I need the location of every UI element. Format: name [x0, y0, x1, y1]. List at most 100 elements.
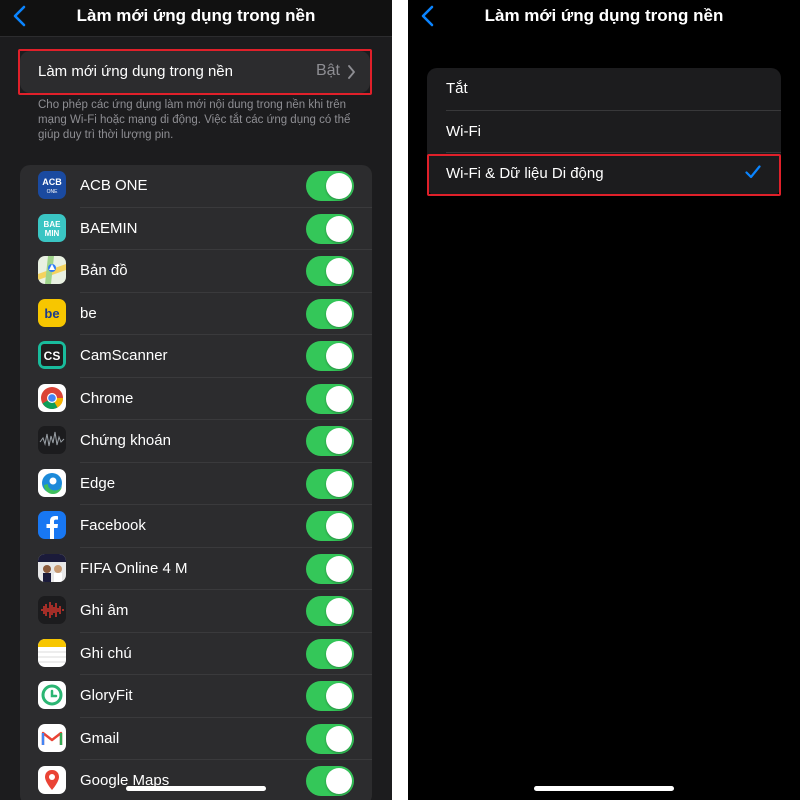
option-label: Wi-Fi & Dữ liệu Di động	[446, 165, 604, 182]
voice-memos-icon	[38, 596, 66, 624]
refresh-options-group: Tắt Wi-Fi Wi-Fi & Dữ liệu Di động	[427, 68, 781, 196]
gmail-icon	[38, 723, 66, 752]
toggle-knob	[326, 470, 352, 497]
svg-text:ONE: ONE	[47, 189, 59, 195]
app-toggle[interactable]	[306, 383, 354, 414]
chevron-right-icon	[348, 65, 355, 79]
stocks-icon	[38, 426, 66, 454]
app-toggle[interactable]	[306, 171, 354, 201]
toggle-knob	[326, 768, 352, 794]
right-screen: Làm mới ứng dụng trong nền Tắt Wi-Fi Wi-…	[408, 0, 800, 800]
option-off[interactable]: Tắt	[427, 68, 781, 111]
toggle-knob	[326, 173, 352, 199]
app-name: Chứng khoán	[80, 432, 171, 449]
app-toggle[interactable]	[306, 553, 354, 584]
app-list: ACB ONE ACB ONE BAE MIN BAEMIN Bản đồ be…	[20, 165, 372, 800]
app-row: Edge	[20, 463, 372, 505]
app-row: Bản đồ	[20, 250, 372, 293]
app-row: Chrome	[20, 378, 372, 420]
checkmark-icon	[745, 165, 761, 179]
toggle-knob	[326, 555, 352, 582]
toggle-knob	[326, 258, 352, 284]
toggle-knob	[326, 513, 352, 539]
svg-text:MIN: MIN	[45, 229, 60, 238]
option-wifi-cellular[interactable]: Wi-Fi & Dữ liệu Di động	[427, 153, 781, 196]
svg-text:BAE: BAE	[44, 220, 62, 229]
app-toggle[interactable]	[306, 341, 354, 371]
home-indicator	[126, 786, 266, 791]
app-toggle[interactable]	[306, 256, 354, 286]
app-name: Bản đồ	[80, 262, 128, 279]
toggle-knob	[326, 300, 352, 327]
baemin-icon: BAE MIN	[38, 213, 66, 242]
nav-bar: Làm mới ứng dụng trong nền	[0, 0, 392, 36]
chrome-icon	[38, 383, 66, 412]
svg-text:be: be	[44, 306, 59, 321]
fifa-icon	[38, 553, 66, 582]
app-toggle[interactable]	[306, 596, 354, 626]
app-row: FIFA Online 4 M	[20, 548, 372, 590]
app-name: FIFA Online 4 M	[80, 559, 188, 577]
toggle-knob	[326, 683, 352, 709]
left-screen: Làm mới ứng dụng trong nền Làm mới ứng d…	[0, 0, 392, 800]
app-toggle[interactable]	[306, 681, 354, 711]
app-name: Ghi âm	[80, 602, 129, 619]
setting-footnote: Cho phép các ứng dụng làm mới nội dung t…	[38, 99, 351, 141]
background-refresh-setting[interactable]: Làm mới ứng dụng trong nền Bật	[20, 51, 370, 93]
page-title: Làm mới ứng dụng trong nền	[76, 6, 316, 25]
svg-text:CS: CS	[44, 349, 61, 363]
app-row: Facebook	[20, 505, 372, 548]
app-row: Ghi chú	[20, 633, 372, 675]
app-name: Edge	[80, 474, 116, 492]
app-name: Chrome	[80, 389, 134, 407]
app-row: Google Maps	[20, 760, 372, 800]
app-row: Ghi âm	[20, 590, 372, 633]
app-toggle[interactable]	[306, 426, 354, 456]
app-row: BAE MIN BAEMIN	[20, 208, 372, 250]
option-label: Tắt	[446, 80, 468, 97]
app-toggle[interactable]	[306, 723, 354, 754]
setting-value: Bật	[315, 62, 340, 79]
app-toggle[interactable]	[306, 213, 354, 244]
option-wifi[interactable]: Wi-Fi	[427, 111, 781, 153]
toggle-knob	[326, 343, 352, 369]
facebook-icon	[38, 511, 66, 539]
app-toggle[interactable]	[306, 638, 354, 669]
toggle-knob	[326, 385, 352, 412]
app-name: BAEMIN	[80, 219, 138, 237]
nav-bar: Làm mới ứng dụng trong nền	[408, 0, 800, 36]
acb-one-icon: ACB ONE	[38, 171, 66, 199]
app-row: Chứng khoán	[20, 420, 372, 463]
home-indicator	[534, 786, 674, 791]
app-toggle[interactable]	[306, 511, 354, 541]
app-row: Gmail	[20, 718, 372, 760]
app-toggle[interactable]	[306, 298, 354, 329]
be-icon: be	[38, 298, 66, 327]
app-name: CamScanner	[80, 347, 168, 364]
app-name: Ghi chú	[80, 644, 132, 662]
svg-text:ACB: ACB	[42, 177, 62, 187]
edge-icon	[38, 468, 66, 497]
app-name: be	[80, 304, 97, 322]
page-title: Làm mới ứng dụng trong nền	[484, 6, 724, 25]
toggle-knob	[326, 598, 352, 624]
notes-icon	[38, 638, 66, 667]
nav-divider	[0, 36, 392, 37]
camscanner-icon: CS	[38, 341, 66, 369]
app-toggle[interactable]	[306, 468, 354, 499]
option-label: Wi-Fi	[446, 122, 481, 140]
app-name: ACB ONE	[80, 177, 148, 194]
toggle-knob	[326, 640, 352, 667]
setting-label: Làm mới ứng dụng trong nền	[38, 63, 233, 80]
toggle-knob	[326, 428, 352, 454]
app-row: be be	[20, 293, 372, 335]
app-row: GloryFit	[20, 675, 372, 718]
toggle-knob	[326, 725, 352, 752]
app-name: GloryFit	[80, 687, 133, 704]
app-row: ACB ONE ACB ONE	[20, 165, 372, 208]
app-toggle[interactable]	[306, 766, 354, 796]
gloryfit-icon	[38, 681, 66, 709]
toggle-knob	[326, 215, 352, 242]
maps-icon	[38, 256, 66, 284]
google-maps-icon	[38, 766, 66, 794]
